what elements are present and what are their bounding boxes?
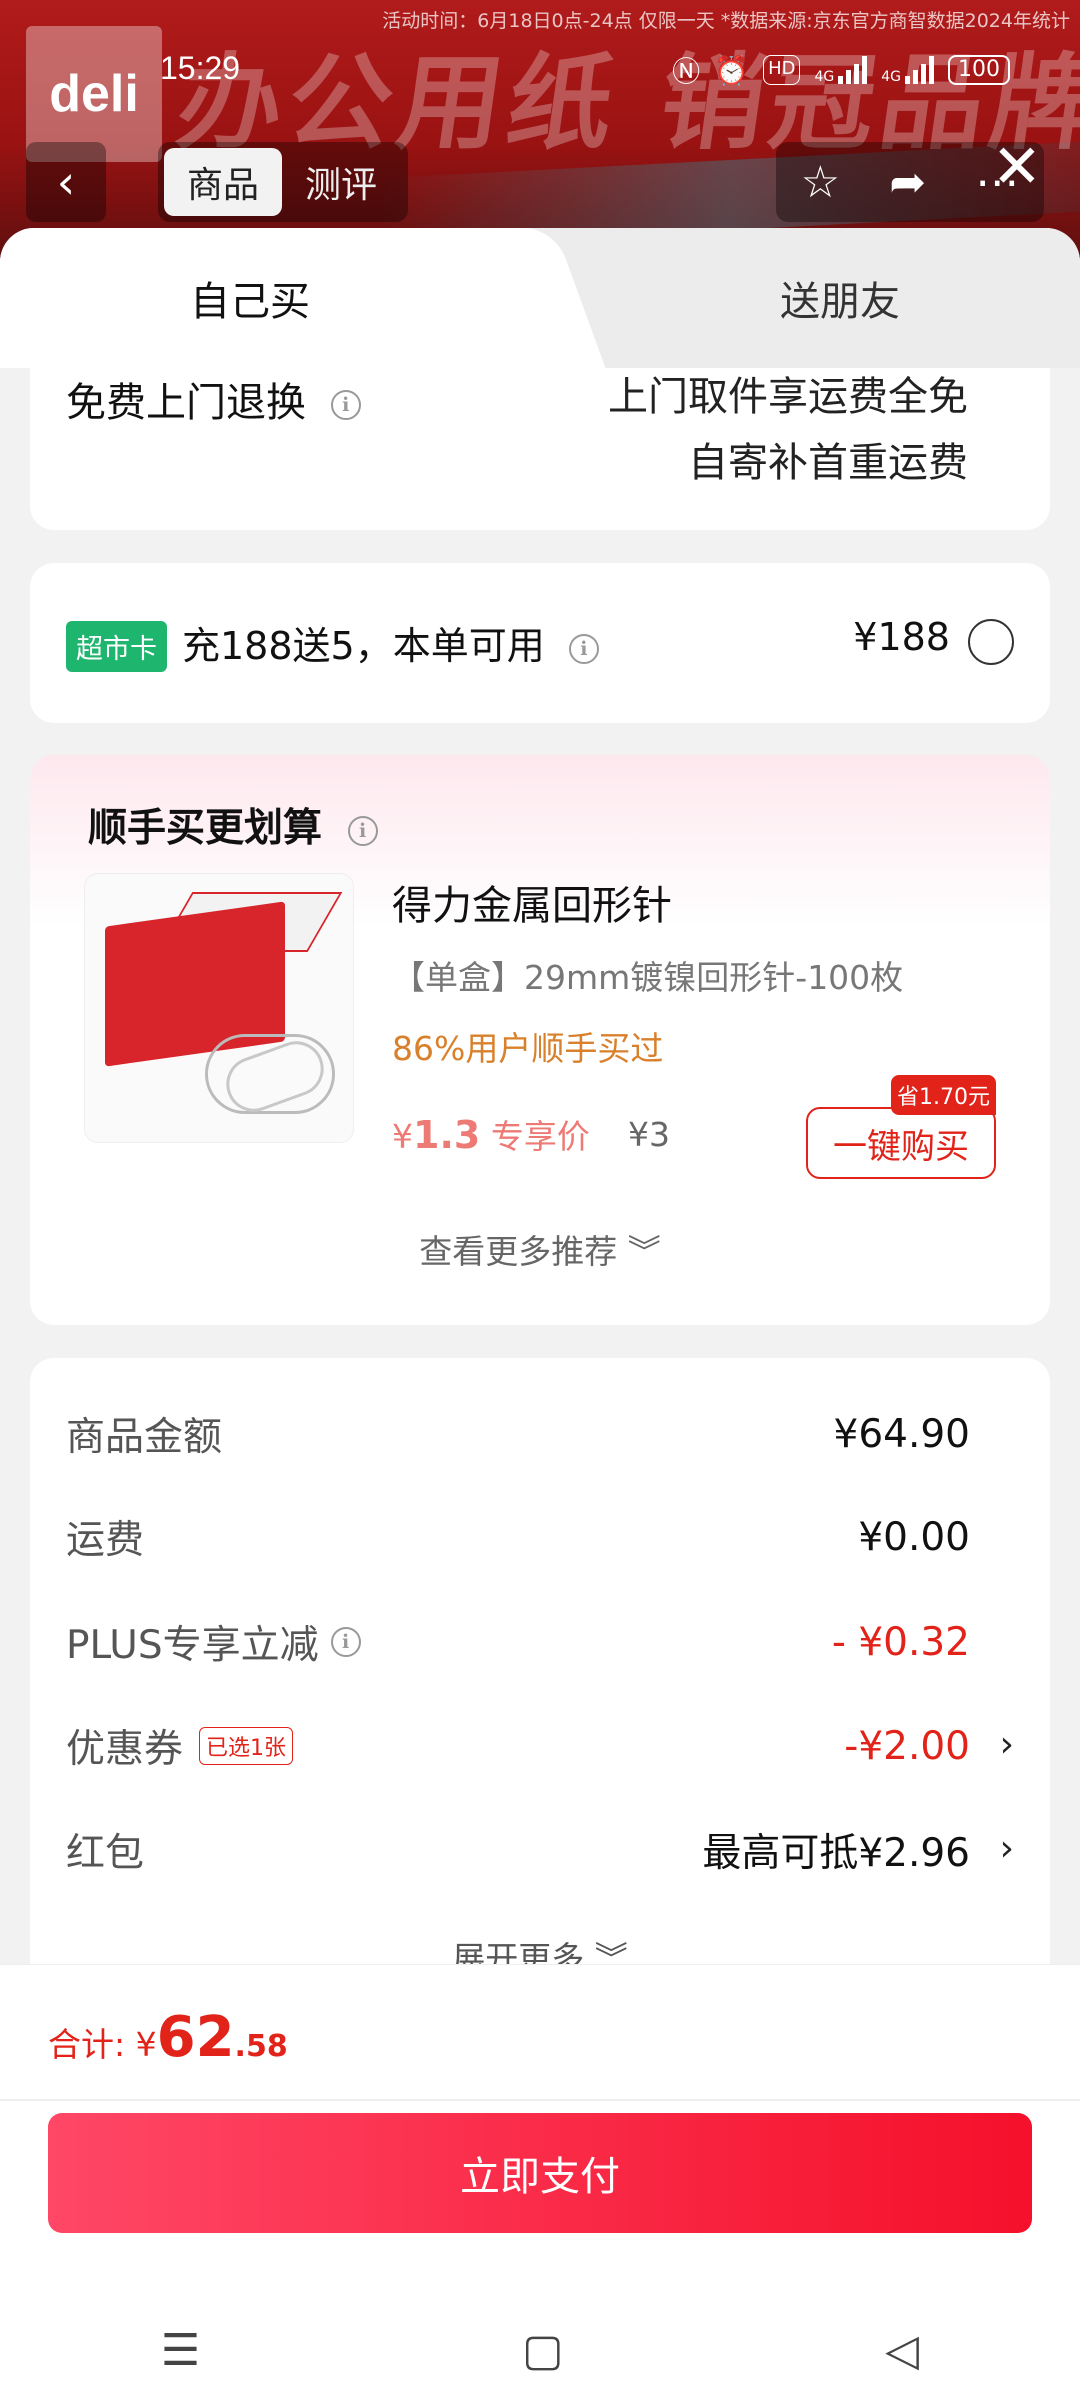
product-name[interactable]: 得力金属回形针: [392, 873, 672, 931]
total-amount: 合计: ¥62.58: [48, 2005, 288, 2070]
signal-icon-1: 4G: [814, 56, 868, 85]
total-int: 62: [156, 2005, 235, 2070]
close-icon[interactable]: ✕: [992, 132, 1042, 202]
supermarket-badge: 超市卡: [66, 621, 167, 672]
info-icon[interactable]: i: [330, 390, 361, 420]
purchase-mode-tabs: 自己买 送朋友: [0, 228, 1080, 368]
save-badge: 省1.70元: [891, 1075, 996, 1115]
home-icon[interactable]: ▢: [522, 2325, 564, 2376]
supermarket-radio[interactable]: [968, 619, 1014, 665]
return-service-detail: 上门取件享运费全免 自寄补首重运费: [608, 364, 968, 496]
brand-logo-text: deli: [49, 65, 139, 123]
supermarket-offer-text: 充188送5，本单可用 i: [182, 615, 599, 670]
summary-label: 商品金额: [66, 1415, 223, 1460]
chevron-right-icon[interactable]: ›: [1000, 1724, 1014, 1765]
more-recommend-label: 查看更多推荐: [419, 1232, 618, 1271]
product-buy-rate: 86%用户顺手买过: [392, 1029, 664, 1068]
total-label: 合计: ¥: [48, 2025, 157, 2064]
summary-value: ¥0.00: [858, 1514, 970, 1560]
back-icon[interactable]: ◁: [885, 2325, 919, 2376]
status-icons: Ⓝ ⏰ HD 4G 4G 100: [672, 50, 1010, 90]
summary-label-text: 优惠券: [66, 1727, 184, 1772]
price-summary-card: 商品金额 ¥64.90 运费 ¥0.00 PLUS专享立减 i - ¥0.32 …: [30, 1358, 1050, 1970]
summary-row-subtotal: 商品金额 ¥64.90: [66, 1404, 970, 1464]
tab-send-friend[interactable]: 送朋友: [600, 228, 1080, 368]
tab-product[interactable]: 商品: [164, 148, 282, 216]
supermarket-price: ¥188: [853, 615, 950, 659]
supermarket-offer-label: 充188送5，本单可用: [182, 624, 545, 668]
supermarket-card-offer[interactable]: 超市卡 充188送5，本单可用 i ¥188: [30, 563, 1050, 723]
return-line-2: 自寄补首重运费: [688, 440, 968, 486]
menu-icon[interactable]: ☰: [161, 2325, 200, 2376]
summary-row-redpacket[interactable]: 红包 最高可抵¥2.96: [66, 1820, 970, 1880]
banner-note: 活动时间：6月18日0点-24点 仅限一天 *数据来源:京东官方商智数据2024…: [382, 10, 1070, 32]
product-spec: 【单盒】29mm镀镍回形针-100枚: [392, 958, 904, 997]
share-icon[interactable]: ➦: [889, 157, 926, 208]
return-service-label: 免费上门退换 i: [66, 370, 361, 428]
coupon-selected-tag: 已选1张: [199, 1727, 294, 1765]
summary-label: 红包: [66, 1831, 145, 1876]
price-value: 1.3: [413, 1113, 481, 1157]
summary-row-coupon[interactable]: 优惠券 已选1张 -¥2.00: [66, 1716, 970, 1776]
summary-row-plus: PLUS专享立减 i - ¥0.32: [66, 1612, 970, 1672]
tab-buy-self[interactable]: 自己买: [0, 228, 560, 368]
return-line-1: 上门取件享运费全免: [608, 374, 968, 420]
return-service-text: 免费上门退换: [66, 380, 306, 426]
signal-icon-2: 4G: [881, 56, 934, 84]
total-dec: .58: [234, 2029, 288, 2064]
product-image[interactable]: [84, 873, 354, 1143]
info-icon[interactable]: i: [347, 815, 378, 846]
checkout-sheet: 免费上门退换 i 上门取件享运费全免 自寄补首重运费 自己买 送朋友 超市卡 充…: [0, 228, 1080, 1970]
battery-icon: 100: [948, 55, 1010, 85]
tab-review[interactable]: 测评: [282, 148, 400, 216]
summary-value: ¥64.90: [833, 1411, 970, 1457]
summary-row-shipping: 运费 ¥0.00: [66, 1507, 970, 1567]
summary-label: PLUS专享立减 i: [66, 1614, 361, 1670]
summary-label: 运费: [66, 1518, 145, 1563]
recommend-title-text: 顺手买更划算: [88, 806, 323, 851]
alarm-icon: ⏰: [714, 53, 750, 87]
summary-label: 优惠券 已选1张: [66, 1718, 294, 1774]
summary-value: 最高可抵¥2.96: [702, 1831, 970, 1876]
system-nav-bar: ☰ ▢ ◁: [0, 2325, 1080, 2376]
status-time: 15:29: [160, 50, 241, 86]
summary-value: -¥2.00: [844, 1723, 970, 1769]
nfc-icon: Ⓝ: [672, 55, 701, 88]
summary-value: - ¥0.32: [831, 1619, 970, 1665]
product-banner: 办公用纸 销冠品牌 活动时间：6月18日0点-24点 仅限一天 *数据来源:京东…: [0, 0, 1080, 260]
network-label-1: 4G: [814, 69, 835, 85]
info-icon[interactable]: i: [568, 633, 599, 664]
star-icon[interactable]: ☆: [801, 157, 840, 208]
recommend-title: 顺手买更划算 i: [88, 797, 378, 853]
hd-icon: HD: [763, 55, 801, 85]
pay-now-button[interactable]: 立即支付: [48, 2113, 1032, 2233]
price-label: 专享价: [490, 1117, 590, 1156]
recommend-card: 顺手买更划算 i 得力金属回形针 【单盒】29mm镀镍回形针-100枚 86%用…: [30, 755, 1050, 1325]
one-click-buy-button[interactable]: 一键购买: [806, 1107, 996, 1179]
info-icon[interactable]: i: [330, 1627, 361, 1657]
divider: [0, 2099, 1080, 2101]
chevron-right-icon[interactable]: ›: [1000, 1828, 1014, 1869]
nav-tabs: 商品 测评: [158, 142, 408, 222]
more-recommend-link[interactable]: 查看更多推荐 ︾: [30, 1225, 1050, 1273]
product-original-price: ¥3: [628, 1115, 670, 1154]
product-price: ¥1.3 专享价: [392, 1110, 590, 1158]
chevron-left-icon: ‹: [56, 155, 76, 209]
back-button[interactable]: ‹: [26, 142, 106, 222]
checkout-footer: 合计: ¥62.58 立即支付 ☰ ▢ ◁: [0, 1964, 1080, 2400]
chevron-down-icon: ︾: [627, 1232, 661, 1271]
network-label-2: 4G: [881, 69, 901, 85]
summary-label-text: PLUS专享立减: [66, 1623, 319, 1668]
price-prefix: ¥: [392, 1117, 413, 1156]
